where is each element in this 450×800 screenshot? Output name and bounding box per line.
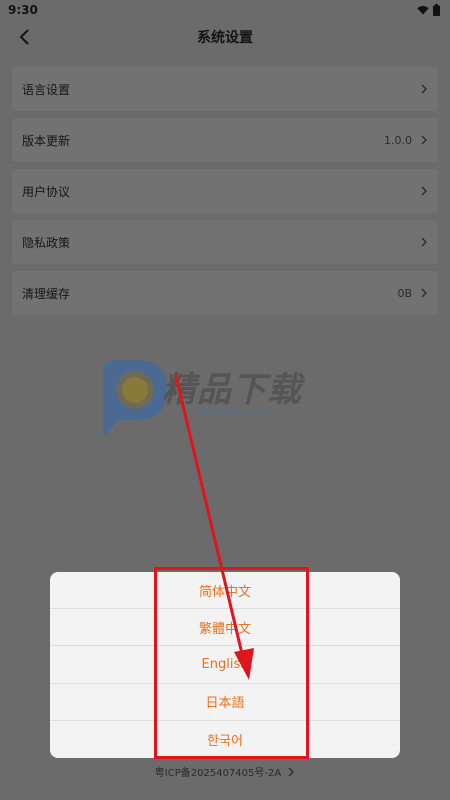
setting-right bbox=[420, 237, 428, 247]
chevron-right-icon bbox=[421, 237, 427, 247]
setting-label: 语言设置 bbox=[22, 82, 71, 97]
icp-footer[interactable]: 粤ICP备2025407405号-2A bbox=[0, 764, 450, 779]
setting-label: 清理缓存 bbox=[22, 286, 71, 301]
setting-label: 用户协议 bbox=[22, 184, 71, 199]
chevron-right-icon bbox=[288, 767, 295, 776]
setting-label: 版本更新 bbox=[22, 133, 71, 148]
setting-right: 1.0.0 bbox=[384, 134, 428, 147]
header: 系统设置 bbox=[0, 20, 450, 54]
setting-label: 隐私政策 bbox=[22, 235, 71, 250]
setting-clear-cache[interactable]: 清理缓存 0B bbox=[12, 271, 438, 315]
chevron-right-icon bbox=[421, 288, 427, 298]
watermark-url: www.j5p.com bbox=[201, 406, 275, 419]
battery-icon bbox=[433, 4, 440, 16]
chevron-right-icon bbox=[421, 135, 427, 145]
setting-version-update[interactable]: 版本更新 1.0.0 bbox=[12, 118, 438, 162]
back-arrow-icon bbox=[20, 29, 29, 45]
chevron-right-icon bbox=[421, 84, 427, 94]
status-bar: 9:30 bbox=[0, 0, 450, 20]
watermark-brand: 精品下载 bbox=[162, 370, 302, 410]
status-time: 9:30 bbox=[8, 3, 38, 17]
icp-text: 粤ICP备2025407405号-2A bbox=[154, 768, 282, 779]
back-button[interactable] bbox=[12, 23, 36, 51]
cache-size-value: 0B bbox=[397, 286, 412, 300]
settings-list: 语言设置 版本更新 1.0.0 用户协议 隐私政策 清理缓存 0B bbox=[12, 67, 438, 322]
page-title: 系统设置 bbox=[197, 30, 253, 46]
setting-language[interactable]: 语言设置 bbox=[12, 67, 438, 111]
annotation-highlight-box bbox=[154, 567, 309, 759]
setting-privacy-policy[interactable]: 隐私政策 bbox=[12, 220, 438, 264]
watermark: 精品下载 www.j5p.com bbox=[95, 352, 365, 442]
setting-right bbox=[420, 84, 428, 94]
setting-right bbox=[420, 186, 428, 196]
chevron-right-icon bbox=[421, 186, 427, 196]
version-value: 1.0.0 bbox=[384, 133, 412, 147]
status-icons bbox=[417, 4, 440, 16]
setting-user-agreement[interactable]: 用户协议 bbox=[12, 169, 438, 213]
setting-right: 0B bbox=[397, 287, 428, 300]
wifi-icon bbox=[417, 5, 429, 15]
